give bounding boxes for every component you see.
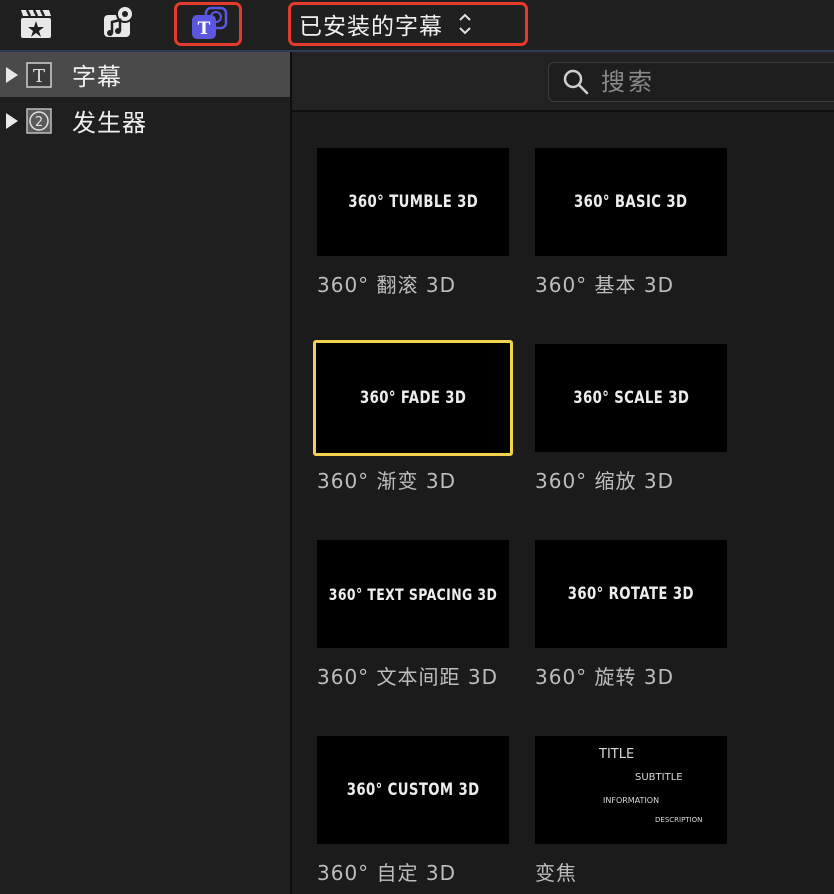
title-thumbnail[interactable]: TITLE SUBTITLE INFORMATION DESCRIPTION: [535, 736, 727, 844]
sidebar-item-label: 发生器: [72, 109, 147, 137]
zoom-information-text: INFORMATION: [603, 796, 660, 805]
zoom-description-text: DESCRIPTION: [655, 816, 703, 824]
title-name: 360° 翻滚 3D: [317, 273, 457, 297]
thumbnail-text: 360° FADE 3D: [359, 388, 467, 408]
title-item[interactable]: 360° CUSTOM 3D 360° 自定 3D: [317, 736, 509, 886]
browser-toolbar: T 已安装的字幕: [0, 0, 834, 52]
dropdown-label: 已安装的字幕: [299, 14, 443, 40]
titles-icon: T: [192, 6, 228, 39]
search-input[interactable]: [599, 67, 803, 97]
title-thumbnail[interactable]: 360° FADE 3D: [313, 340, 513, 456]
sidebar: T 字幕 2 发生器: [0, 52, 290, 894]
zoom-title-text: TITLE: [599, 747, 635, 762]
disclosure-triangle-icon[interactable]: [6, 66, 18, 83]
title-name: 360° 缩放 3D: [535, 469, 675, 493]
title-thumbnail[interactable]: 360° TUMBLE 3D: [317, 148, 509, 256]
sidebar-item-generators[interactable]: 2 发生器: [0, 98, 290, 143]
title-name: 360° 文本间距 3D: [317, 665, 499, 689]
zoom-subtitle-text: SUBTITLE: [635, 772, 683, 783]
titles-category-icon: T: [26, 61, 52, 88]
titles-icon-letter: T: [198, 19, 211, 39]
movie-library-icon[interactable]: [18, 4, 54, 42]
thumbnail-text: 360° BASIC 3D: [574, 192, 688, 212]
thumbnail-text: 360° TUMBLE 3D: [348, 192, 478, 212]
search-bar: [292, 52, 834, 112]
title-name: 360° 渐变 3D: [317, 469, 457, 493]
title-item[interactable]: 360° ROTATE 3D 360° 旋转 3D: [535, 540, 727, 690]
title-name: 360° 基本 3D: [535, 273, 675, 297]
title-thumbnail[interactable]: 360° BASIC 3D: [535, 148, 727, 256]
thumbnail-text: 360° TEXT SPACING 3D: [328, 584, 498, 604]
generators-category-icon: 2: [26, 107, 52, 134]
title-name: 360° 自定 3D: [317, 861, 457, 885]
title-name: 360° 旋转 3D: [535, 665, 675, 689]
title-item[interactable]: 360° TEXT SPACING 3D 360° 文本间距 3D: [317, 540, 509, 690]
title-thumbnail[interactable]: 360° ROTATE 3D: [535, 540, 727, 648]
title-thumbnail[interactable]: 360° SCALE 3D: [535, 344, 727, 452]
thumbnail-text: 360° CUSTOM 3D: [346, 780, 480, 800]
search-field[interactable]: [548, 62, 834, 102]
title-item-selected[interactable]: 360° FADE 3D 360° 渐变 3D: [313, 340, 513, 494]
titles-generators-button[interactable]: T: [174, 2, 242, 46]
title-item[interactable]: 360° TUMBLE 3D 360° 翻滚 3D: [317, 148, 509, 298]
svg-text:T: T: [33, 66, 45, 87]
search-icon: [563, 69, 589, 95]
title-item[interactable]: 360° SCALE 3D 360° 缩放 3D: [535, 344, 727, 494]
title-item[interactable]: TITLE SUBTITLE INFORMATION DESCRIPTION 变…: [535, 736, 727, 886]
disclosure-triangle-icon[interactable]: [6, 112, 18, 129]
thumbnail-text: 360° SCALE 3D: [573, 388, 689, 408]
thumbnail-text: 360° ROTATE 3D: [567, 584, 695, 604]
title-thumbnail[interactable]: 360° CUSTOM 3D: [317, 736, 509, 844]
sidebar-item-titles[interactable]: T 字幕: [0, 52, 290, 97]
photos-audio-icon[interactable]: [100, 4, 138, 42]
up-down-chevron-icon: [459, 13, 471, 35]
sidebar-item-label: 字幕: [72, 63, 122, 91]
title-name: 变焦: [535, 861, 577, 885]
title-item[interactable]: 360° BASIC 3D 360° 基本 3D: [535, 148, 727, 298]
svg-text:2: 2: [35, 115, 43, 130]
title-browser: 360° TUMBLE 3D 360° 翻滚 3D 360° BASIC 3D …: [292, 52, 834, 894]
installed-titles-dropdown[interactable]: 已安装的字幕: [288, 2, 528, 46]
title-thumbnail[interactable]: 360° TEXT SPACING 3D: [317, 540, 509, 648]
